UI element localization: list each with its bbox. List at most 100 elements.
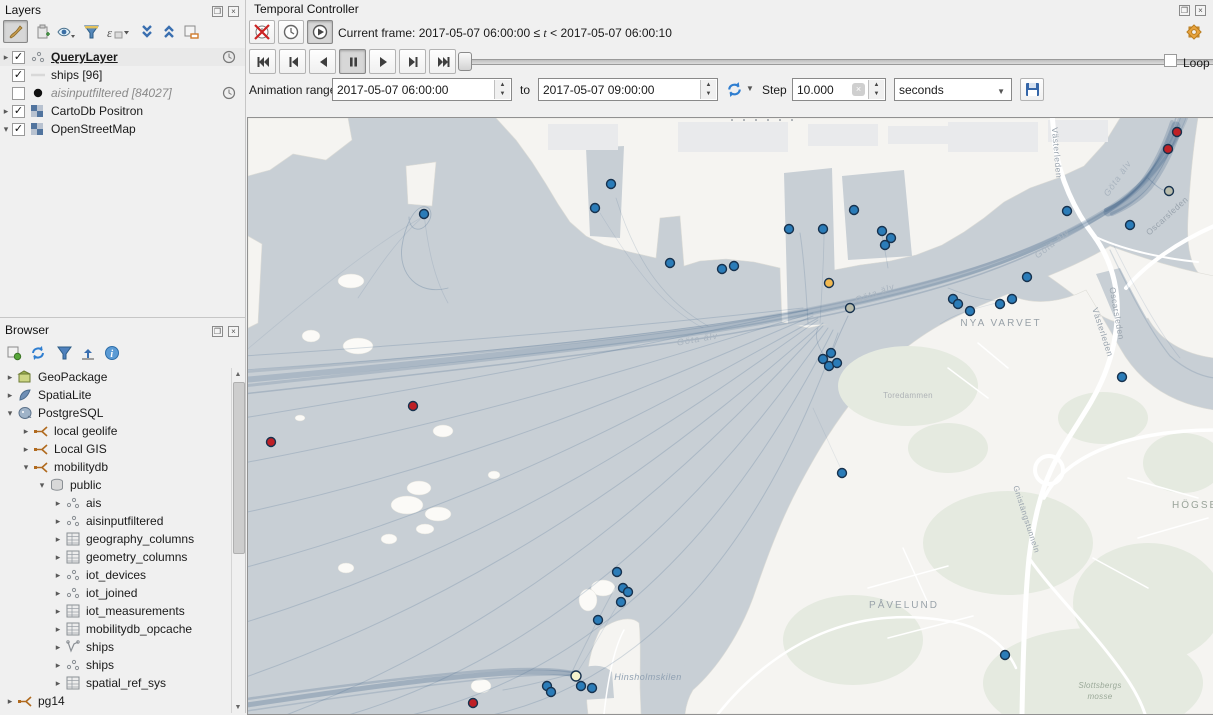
expand-arrow-icon[interactable]: ▸ xyxy=(0,106,12,117)
layer-visibility-checkbox[interactable]: ✓ xyxy=(12,68,25,82)
browser-item-spatial_ref_sys[interactable]: ▸ spatial_ref_sys xyxy=(0,674,231,692)
layers-close-icon[interactable]: × xyxy=(228,6,239,17)
temporal-navigation-off-button[interactable] xyxy=(249,20,275,44)
manage-map-themes-button[interactable] xyxy=(56,23,78,41)
expand-arrow-icon[interactable]: ▸ xyxy=(20,426,32,437)
expand-all-button[interactable] xyxy=(138,23,156,41)
browser-item-geopackage[interactable]: ▸ GeoPackage xyxy=(0,368,231,386)
browser-item-postgresql[interactable]: ▾ PostgreSQL xyxy=(0,404,231,422)
step-value-input[interactable]: 10.000 × ▲ ▼ xyxy=(792,78,886,101)
browser-item-mobilitydb[interactable]: ▾ mobilitydb xyxy=(0,458,231,476)
browser-properties-button[interactable]: i xyxy=(103,344,121,362)
expand-arrow-icon[interactable]: ▸ xyxy=(52,624,64,635)
expand-arrow-icon[interactable]: ▸ xyxy=(4,372,16,383)
expand-arrow-icon[interactable]: ▾ xyxy=(0,124,12,135)
clear-step-icon[interactable]: × xyxy=(852,83,865,96)
set-to-full-range-button[interactable] xyxy=(724,79,744,99)
browser-item-public[interactable]: ▾ public xyxy=(0,476,231,494)
fixed-range-mode-button[interactable] xyxy=(278,20,304,44)
temporal-close-icon[interactable]: × xyxy=(1195,5,1206,16)
map-svg[interactable]: Göta älvGöta älvGöta älvGöta älvNYA VARV… xyxy=(248,118,1213,714)
browser-item-local-geolife[interactable]: ▸ local geolife xyxy=(0,422,231,440)
layer-item-aisinputfiltered[interactable]: aisinputfiltered [84027] xyxy=(0,84,245,102)
animation-end-input[interactable]: 2017-05-07 09:00:00 ▲ ▼ xyxy=(538,78,718,101)
browser-collapse-all-button[interactable] xyxy=(79,344,97,362)
browser-close-icon[interactable]: × xyxy=(228,326,239,337)
expand-arrow-icon[interactable]: ▾ xyxy=(4,408,16,419)
layer-visibility-checkbox[interactable]: ✓ xyxy=(12,50,25,64)
expand-arrow-icon[interactable]: ▸ xyxy=(52,552,64,563)
expand-arrow-icon[interactable]: ▸ xyxy=(52,588,64,599)
browser-item-pg14[interactable]: ▸ pg14 xyxy=(0,692,231,710)
expand-arrow-icon[interactable]: ▸ xyxy=(4,390,16,401)
scroll-down-icon[interactable]: ▼ xyxy=(232,701,244,713)
refresh-browser-button[interactable] xyxy=(29,344,47,362)
loop-checkbox[interactable] xyxy=(1164,54,1177,67)
expand-arrow-icon[interactable]: ▸ xyxy=(0,52,12,63)
map-canvas[interactable]: Göta älv Göta älv Göta älv Göta älv NYA VARV… xyxy=(247,117,1213,715)
browser-item-ships[interactable]: ▸ ships xyxy=(0,638,231,656)
pause-button[interactable] xyxy=(339,49,366,74)
temporal-float-icon[interactable]: ❐ xyxy=(1179,5,1190,16)
end-spinner[interactable]: ▲ ▼ xyxy=(700,80,716,99)
expand-arrow-icon[interactable]: ▸ xyxy=(52,570,64,581)
add-group-button[interactable] xyxy=(34,23,52,41)
filter-by-expression-button[interactable]: ε xyxy=(104,23,130,41)
browser-item-aisinputfiltered[interactable]: ▸ aisinputfiltered xyxy=(0,512,231,530)
step-spinner[interactable]: ▲ ▼ xyxy=(868,80,884,99)
step-back-button[interactable] xyxy=(279,49,306,74)
layer-item-cartodb[interactable]: ▸ ✓ CartoDb Positron xyxy=(0,102,245,120)
expand-arrow-icon[interactable]: ▸ xyxy=(52,534,64,545)
layer-item-openstreetmap[interactable]: ▾ ✓ OpenStreetMap xyxy=(0,120,245,138)
browser-item-iot_joined[interactable]: ▸ iot_joined xyxy=(0,584,231,602)
collapse-all-button[interactable] xyxy=(160,23,178,41)
browser-scroll-thumb[interactable] xyxy=(233,382,245,554)
browser-scrollbar[interactable]: ▲ ▼ xyxy=(231,368,245,713)
remove-layer-button[interactable] xyxy=(182,23,200,41)
expand-arrow-icon[interactable]: ▸ xyxy=(4,696,16,707)
expand-arrow-icon[interactable]: ▸ xyxy=(52,498,64,509)
play-backward-button[interactable] xyxy=(309,49,336,74)
play-forward-button[interactable] xyxy=(369,49,396,74)
filter-legend-button[interactable] xyxy=(82,23,100,41)
step-unit-combobox[interactable]: seconds ▼ xyxy=(894,78,1012,101)
browser-item-geography_columns[interactable]: ▸ geography_columns xyxy=(0,530,231,548)
open-layer-styling-button[interactable] xyxy=(3,20,28,43)
add-selected-layers-button[interactable] xyxy=(5,344,23,362)
expand-arrow-icon[interactable]: ▸ xyxy=(20,444,32,455)
expand-arrow-icon[interactable]: ▾ xyxy=(36,480,48,491)
layer-visibility-checkbox[interactable] xyxy=(12,86,25,100)
expand-arrow-icon[interactable]: ▸ xyxy=(52,516,64,527)
browser-item-mobilitydb_opcache[interactable]: ▸ mobilitydb_opcache xyxy=(0,620,231,638)
scroll-up-icon[interactable]: ▲ xyxy=(232,368,244,380)
skip-to-start-button[interactable] xyxy=(249,49,276,74)
expand-arrow-icon[interactable]: ▸ xyxy=(52,660,64,671)
browser-item-iot_measurements[interactable]: ▸ iot_measurements xyxy=(0,602,231,620)
timeline-slider-handle[interactable] xyxy=(458,52,472,71)
browser-item-ais[interactable]: ▸ ais xyxy=(0,494,231,512)
expand-arrow-icon[interactable]: ▾ xyxy=(20,462,32,473)
animated-navigation-button[interactable] xyxy=(307,20,333,44)
layer-visibility-checkbox[interactable]: ✓ xyxy=(12,122,25,136)
timeline-slider[interactable] xyxy=(459,59,1213,65)
filter-browser-button[interactable] xyxy=(55,344,73,362)
browser-item-geometry_columns[interactable]: ▸ geometry_columns xyxy=(0,548,231,566)
animation-start-input[interactable]: 2017-05-07 06:00:00 ▲ ▼ xyxy=(332,78,512,101)
start-spinner[interactable]: ▲ ▼ xyxy=(494,80,510,99)
browser-item-iot_devices[interactable]: ▸ iot_devices xyxy=(0,566,231,584)
save-animation-button[interactable] xyxy=(1020,78,1044,101)
browser-item-ships[interactable]: ▸ ships xyxy=(0,656,231,674)
range-dropdown-caret[interactable]: ▼ xyxy=(746,84,754,93)
browser-item-local-gis[interactable]: ▸ Local GIS xyxy=(0,440,231,458)
browser-float-icon[interactable]: ❐ xyxy=(212,326,223,337)
expand-arrow-icon[interactable]: ▸ xyxy=(52,606,64,617)
expand-arrow-icon[interactable]: ▸ xyxy=(52,642,64,653)
skip-to-end-button[interactable] xyxy=(429,49,456,74)
layers-float-icon[interactable]: ❐ xyxy=(212,6,223,17)
layer-visibility-checkbox[interactable]: ✓ xyxy=(12,104,25,118)
layer-item-ships[interactable]: ✓ ships [96] xyxy=(0,66,245,84)
temporal-settings-button[interactable] xyxy=(1184,22,1204,42)
step-forward-button[interactable] xyxy=(399,49,426,74)
layer-item-querylayer[interactable]: ▸ ✓ QueryLayer xyxy=(0,48,245,66)
expand-arrow-icon[interactable]: ▸ xyxy=(52,678,64,689)
